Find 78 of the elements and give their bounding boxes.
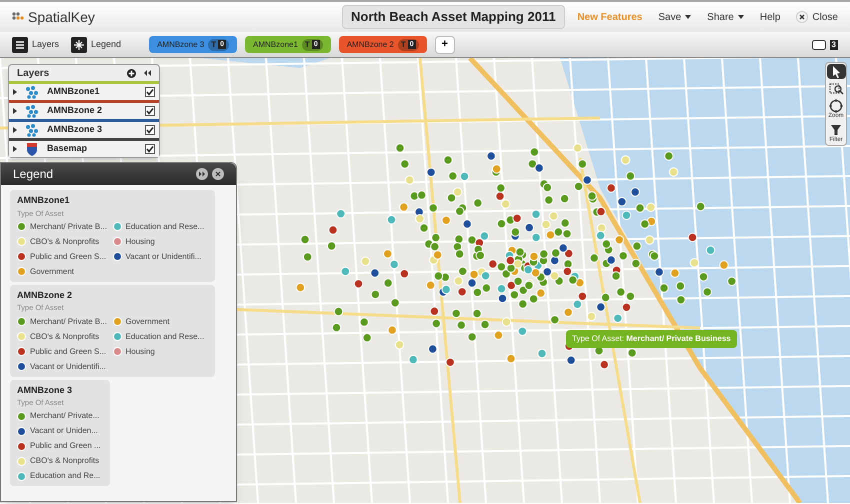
- legend-label: Merchant/ Private B...: [30, 316, 107, 328]
- legend-label: Government: [30, 266, 74, 278]
- legend-label: Public and Green S...: [30, 346, 106, 358]
- zoom-icon: [828, 98, 844, 113]
- filter-icon: [828, 122, 844, 137]
- close-icon: [796, 11, 808, 23]
- legend-label: Public and Green S...: [30, 250, 106, 263]
- filter-label: T: [400, 38, 406, 50]
- legend-label: Vacant or Unidentifi...: [30, 360, 106, 372]
- legend-label: Housing: [126, 236, 155, 248]
- legend-label: Education and Rese...: [126, 330, 204, 342]
- expand-icon[interactable]: [196, 168, 208, 180]
- filter-label: T: [211, 38, 216, 50]
- group-title: AMNBzone 2: [17, 288, 74, 302]
- zoom-box-tool-button[interactable]: [826, 81, 846, 96]
- caret-icon: [738, 15, 744, 19]
- legend-label: CBO's & Nonprofits: [30, 455, 100, 468]
- window-icon[interactable]: [812, 40, 826, 50]
- pointer-tool-button[interactable]: [826, 64, 846, 79]
- add-layer-icon[interactable]: [127, 68, 136, 78]
- checkbox[interactable]: [145, 144, 155, 154]
- menu-item[interactable]: Help: [760, 10, 780, 24]
- layer-row[interactable]: AMNBzone 3: [9, 119, 159, 138]
- zoom-box-icon: [828, 81, 844, 96]
- layer-row[interactable]: AMNBzone 2: [9, 100, 159, 119]
- layer-name: Basemap: [47, 142, 88, 156]
- legend-label: Vacant or Uniden...: [30, 425, 98, 438]
- layers-button[interactable]: Layers: [12, 36, 60, 52]
- legend-button[interactable]: Legend: [71, 36, 122, 52]
- panel-title: Layers: [17, 66, 50, 80]
- expand-arrow-icon[interactable]: [13, 89, 17, 95]
- zone-tab-label[interactable]: AMNBzone 3: [157, 38, 204, 50]
- menu-item[interactable]: Close: [796, 10, 838, 24]
- expand-arrow-icon[interactable]: [13, 146, 17, 152]
- expand-arrow-icon[interactable]: [13, 108, 17, 114]
- layer-name: AMNBzone 3: [47, 123, 102, 136]
- caret-icon: [685, 15, 692, 19]
- checkbox[interactable]: [145, 87, 155, 97]
- add-tab-button[interactable]: +: [434, 36, 455, 54]
- legend-label: CBO's & Nonprofits: [30, 330, 100, 342]
- app-logo: SpatialKey: [28, 8, 95, 27]
- layer-name: AMNBzone1: [47, 85, 100, 98]
- shield-icon: [25, 142, 39, 156]
- points-layer-icon: [25, 123, 39, 137]
- menu-item[interactable]: Share: [707, 10, 744, 24]
- zone-tab-label[interactable]: AMNBzone 2: [346, 38, 394, 50]
- legend-label: CBO's & Nonprofits: [30, 236, 100, 248]
- close-icon[interactable]: [212, 168, 224, 180]
- project-title: North Beach Asset Mapping 2011: [342, 5, 565, 29]
- legend-label: Housing: [126, 346, 155, 358]
- logo-icon: [12, 12, 24, 22]
- collapse-icon[interactable]: [144, 70, 151, 76]
- map-tooltip: Type Of Asset: Merchant/ Private Business: [566, 330, 737, 348]
- legend-label: Education and Re...: [30, 470, 100, 482]
- legend-label: Merchant/ Private B...: [30, 220, 107, 233]
- group-title: AMNBzone 3: [17, 384, 74, 396]
- menu-item[interactable]: Save: [658, 10, 692, 24]
- points-layer-icon: [25, 85, 39, 99]
- legend-label: Vacant or Unidentifi...: [126, 250, 202, 263]
- layers-icon: [12, 36, 28, 52]
- zone-tab-label[interactable]: AMNBzone1: [253, 38, 298, 50]
- checkbox[interactable]: [145, 125, 155, 135]
- filter-label: T: [304, 38, 310, 50]
- checkbox[interactable]: [145, 106, 155, 116]
- window-count: 3: [830, 40, 838, 50]
- legend-label: Public and Green ...: [30, 440, 101, 452]
- layer-row[interactable]: Basemap: [9, 138, 159, 157]
- legend-label: Education and Rese...: [126, 220, 204, 233]
- legend-label: Merchant/ Private...: [30, 410, 100, 422]
- layer-row[interactable]: AMNBzone1: [9, 81, 159, 100]
- map-pins-drawing[interactable]: [296, 143, 736, 370]
- group-title: AMNBzone1: [17, 194, 71, 207]
- panel-title: Legend: [13, 166, 54, 183]
- points-layer-icon: [25, 104, 39, 118]
- layer-name: AMNBzone 2: [47, 104, 102, 118]
- legend-label: Government: [126, 316, 170, 328]
- legend-icon: [71, 36, 88, 52]
- expand-arrow-icon[interactable]: [13, 127, 17, 133]
